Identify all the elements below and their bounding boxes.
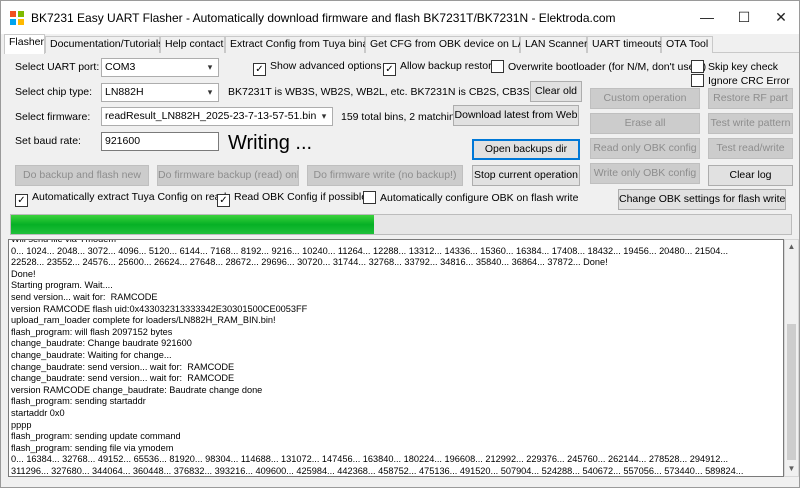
checkbox-box (691, 60, 704, 73)
scrollbar-thumb[interactable] (787, 324, 796, 460)
chip-info-text: BK7231T is WB3S, WB2S, WB2L, etc. BK7231… (228, 86, 550, 98)
erase-all-button[interactable]: Erase all (590, 113, 700, 134)
check-icon: ✓ (253, 63, 266, 76)
overwrite-bootloader-label: Overwrite bootloader (for N/M, don't use… (508, 61, 707, 73)
chip-type-value: LN882H (105, 86, 144, 98)
checkbox-box (363, 191, 376, 204)
title-bar[interactable]: BK7231 Easy UART Flasher - Automatically… (1, 1, 799, 34)
uart-port-label: Select UART port: (15, 61, 100, 73)
window-title: BK7231 Easy UART Flasher - Automatically… (31, 11, 616, 25)
check-icon: ✓ (15, 194, 28, 207)
skip-key-check-checkbox[interactable]: Skip key check (691, 60, 778, 74)
read-obk-config-label: Read OBK Config if possible (234, 191, 368, 203)
auto-configure-obk-checkbox[interactable]: Automatically configure OBK on flash wri… (363, 191, 578, 205)
auto-extract-tuya-label: Automatically extract Tuya Config on rea… (32, 191, 227, 203)
show-advanced-checkbox[interactable]: ✓ Show advanced options (253, 60, 382, 76)
ignore-crc-error-checkbox[interactable]: Ignore CRC Error (691, 74, 790, 88)
chevron-down-icon: ▾ (207, 62, 213, 72)
write-only-obk-config-button[interactable]: Write only OBK config (590, 163, 700, 184)
log-output[interactable]: Will send file via Ymodem 0... 1024... 2… (8, 239, 784, 477)
firmware-value: readResult_LN882H_2025-23-7-13-57-51.bin (105, 110, 317, 122)
clear-old-button[interactable]: Clear old (530, 81, 582, 102)
chip-type-label: Select chip type: (15, 86, 93, 98)
firmware-backup-button[interactable]: Do firmware backup (read) only (157, 165, 299, 186)
progress-bar (10, 214, 792, 235)
tab-documentation[interactable]: Documentation/Tutorials (45, 36, 163, 53)
tab-get-cfg-obk[interactable]: Get CFG from OBK device on LAN (365, 36, 532, 53)
backup-and-flash-button[interactable]: Do backup and flash new (15, 165, 149, 186)
clear-log-button[interactable]: Clear log (708, 165, 793, 186)
tab-extract-config[interactable]: Extract Config from Tuya binary (225, 36, 377, 53)
minimize-button[interactable]: — (687, 1, 727, 34)
tab-ota-tool[interactable]: OTA Tool (661, 36, 713, 53)
firmware-label: Select firmware: (15, 111, 91, 123)
download-latest-button[interactable]: Download latest from Web (453, 105, 579, 126)
allow-backup-restore-label: Allow backup restore (400, 60, 498, 72)
checkbox-box (491, 60, 504, 73)
chip-type-select[interactable]: LN882H ▾ (101, 83, 219, 102)
checkbox-box (691, 74, 704, 87)
custom-operation-button[interactable]: Custom operation (590, 88, 700, 109)
read-only-obk-config-button[interactable]: Read only OBK config (590, 138, 700, 159)
auto-extract-tuya-checkbox[interactable]: ✓ Automatically extract Tuya Config on re… (15, 191, 226, 207)
close-button[interactable]: ✕ (761, 1, 800, 34)
log-scrollbar[interactable]: ▲ ▼ (784, 239, 799, 477)
tab-flasher[interactable]: Flasher (4, 34, 45, 54)
tab-strip: Flasher Documentation/Tutorials Help con… (4, 34, 799, 54)
overwrite-bootloader-checkbox[interactable]: Overwrite bootloader (for N/M, don't use… (491, 60, 706, 74)
allow-backup-restore-checkbox[interactable]: ✓ Allow backup restore (383, 60, 497, 76)
app-flasher-icon (10, 11, 24, 25)
operation-status: Writing ... (228, 132, 313, 154)
auto-configure-obk-label: Automatically configure OBK on flash wri… (380, 192, 579, 204)
progress-fill (11, 215, 374, 234)
check-icon: ✓ (217, 194, 230, 207)
log-text: Will send file via Ymodem 0... 1024... 2… (11, 239, 744, 476)
tab-lan-scanner[interactable]: LAN Scanner (520, 36, 587, 53)
restore-rf-part-button[interactable]: Restore RF part (708, 88, 793, 109)
test-read-write-button[interactable]: Test read/write (708, 138, 793, 159)
chevron-down-icon: ▾ (321, 111, 327, 121)
scroll-down-icon[interactable]: ▼ (785, 462, 798, 476)
maximize-button[interactable]: ☐ (724, 1, 764, 34)
check-icon: ✓ (383, 63, 396, 76)
stop-operation-button[interactable]: Stop current operation (472, 165, 580, 186)
skip-key-check-label: Skip key check (708, 61, 779, 73)
tab-uart-timeouts[interactable]: UART timeouts (587, 36, 663, 53)
chevron-down-icon: ▾ (207, 87, 213, 97)
ignore-crc-error-label: Ignore CRC Error (708, 75, 790, 87)
bins-count-text: 159 total bins, 2 matching. (341, 111, 464, 123)
baud-rate-field[interactable]: 921600 (101, 132, 219, 151)
flasher-window: BK7231 Easy UART Flasher - Automatically… (0, 0, 800, 488)
firmware-write-button[interactable]: Do firmware write (no backup!) (307, 165, 463, 186)
show-advanced-label: Show advanced options (270, 60, 382, 72)
change-obk-settings-button[interactable]: Change OBK settings for flash write (618, 189, 786, 210)
read-obk-config-checkbox[interactable]: ✓ Read OBK Config if possible (217, 191, 367, 207)
uart-port-value: COM3 (105, 61, 136, 73)
test-write-pattern-button[interactable]: Test write pattern (708, 113, 793, 134)
scroll-up-icon[interactable]: ▲ (785, 240, 798, 254)
open-backups-dir-button[interactable]: Open backups dir (472, 139, 580, 160)
baud-rate-label: Set baud rate: (15, 135, 81, 147)
tab-help-contact[interactable]: Help contact (160, 36, 225, 53)
uart-port-select[interactable]: COM3 ▾ (101, 58, 219, 77)
firmware-select[interactable]: readResult_LN882H_2025-23-7-13-57-51.bin… (101, 107, 333, 126)
